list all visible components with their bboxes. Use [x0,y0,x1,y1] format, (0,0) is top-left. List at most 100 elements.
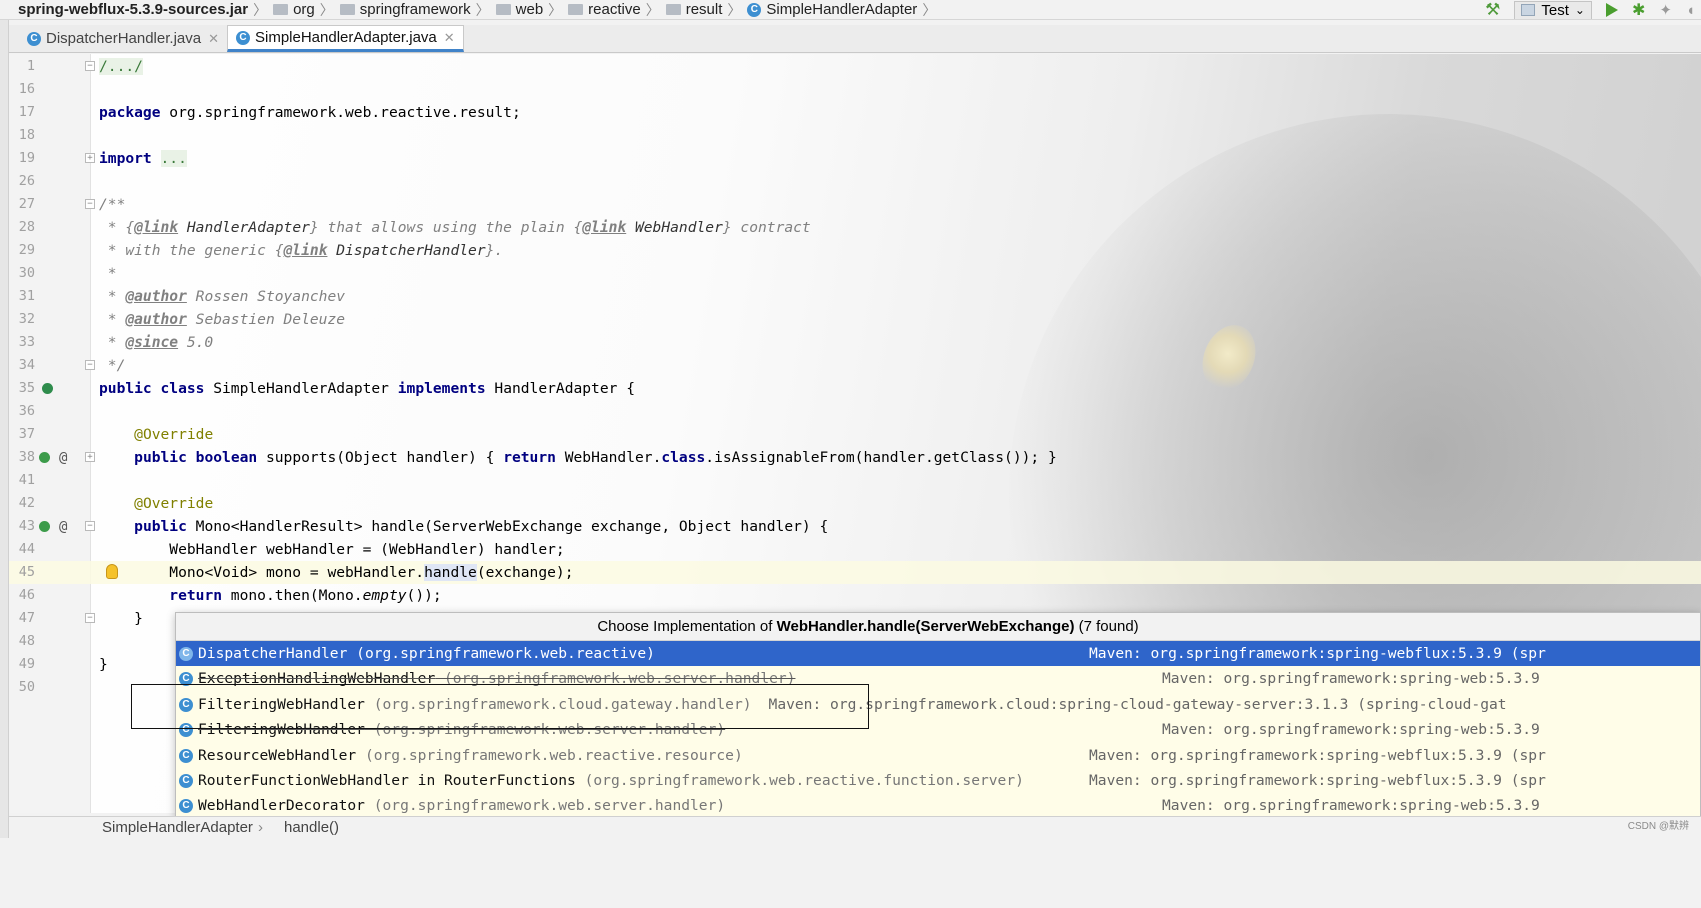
annotation: @Override [134,426,214,443]
class-icon: C [179,647,193,661]
code-line: 31 * @author Rossen Stoyanchev [9,285,1701,308]
breadcrumb-separator: 〉 [922,1,937,18]
code-fragment: WebHandler webHandler = (WebHandler) han… [169,541,565,558]
breadcrumb-folder-reactive[interactable]: reactive [564,1,644,18]
fold-marker-icon[interactable]: − [85,521,95,531]
code-line: 16 [9,78,1701,101]
keyword: package [99,104,161,121]
keyword: class [160,380,205,397]
tab-dispatcherhandler[interactable]: C DispatcherHandler.java ✕ [19,25,227,52]
breadcrumb-jar[interactable]: spring-webflux-5.3.9-sources.jar [0,1,251,18]
implementation-location: Maven: org.springframework:spring-webflu… [1089,771,1546,789]
keyword: boolean [195,449,258,466]
doc-tag: @author [125,311,187,328]
implementation-name: RouterFunctionWebHandler in RouterFuncti… [198,771,576,789]
annotation-at-icon[interactable]: @ [59,516,67,539]
close-icon[interactable]: ✕ [208,31,219,47]
popup-title: Choose Implementation of WebHandler.hand… [176,613,1700,641]
toolbar-right: ⚒ Test ⌄ ✱ ✦ ◖ [1485,0,1701,19]
fold-marker-icon[interactable]: + [85,153,95,163]
implementation-item[interactable]: C WebHandlerDecorator (org.springframewor… [176,793,1700,817]
code-text: * @author Sebastien Deleuze [99,308,345,331]
breadcrumb-folder-org[interactable]: org [269,1,318,18]
breadcrumb-folder-label: reactive [588,1,641,18]
method-signature: Mono<HandlerResult> handle(ServerWebExch… [186,518,829,535]
fold-marker-icon[interactable]: − [85,199,95,209]
status-breadcrumb-class[interactable]: SimpleHandlerAdapter [102,817,253,838]
status-breadcrumb-method[interactable]: handle() [284,817,339,838]
implementation-package: (org.springframework.web.server.handler) [364,797,726,815]
folded-imports[interactable]: ... [160,150,187,167]
code-line: 18 [9,124,1701,147]
structure-tool-window-tab[interactable] [0,620,8,705]
folder-icon [495,4,511,15]
implements-method-icon[interactable] [39,521,50,532]
comment: * with the generic { [99,242,284,259]
implementation-item[interactable]: C DispatcherHandler (org.springframework.… [176,641,1700,667]
highlighted-method-call[interactable]: handle [424,564,477,581]
build-hammer-icon[interactable]: ⚒ [1485,0,1500,19]
code-line: 36 [9,400,1701,423]
implements-interface-icon[interactable] [42,383,53,394]
code-text: package org.springframework.web.reactive… [99,101,521,124]
fold-marker-icon[interactable]: − [85,61,95,71]
run-icon[interactable] [1605,3,1618,17]
line-number: 28 [18,219,35,235]
gutter-icons: @ [37,515,77,538]
comment: } that allows using the plain { [309,219,583,236]
coverage-icon[interactable]: ✦ [1659,1,1672,19]
doc-reference[interactable]: HandlerAdapter [178,219,310,236]
tab-simplehandleradapter[interactable]: C SimpleHandlerAdapter.java ✕ [227,25,464,52]
line-number: 44 [18,541,35,557]
keyword: public [99,380,152,397]
line-number: 42 [18,495,35,511]
line-number: 48 [18,633,35,649]
breadcrumb-separator: 〉 [253,1,268,18]
code-text: WebHandler webHandler = (WebHandler) han… [99,538,565,561]
implementation-item[interactable]: C ResourceWebHandler (org.springframework… [176,743,1700,768]
breadcrumb-folder-result[interactable]: result [662,1,726,18]
code-text: * {@link HandlerAdapter} that allows usi… [99,216,811,239]
doc-reference[interactable]: WebHandler [626,219,723,236]
folded-header[interactable]: /.../ [99,58,143,75]
fold-marker-icon[interactable]: − [85,613,95,623]
code-line: 28 * {@link HandlerAdapter} that allows … [9,216,1701,239]
line-number: 47 [18,610,35,626]
code-text: return mono.then(Mono.empty()); [99,584,441,607]
code-fragment: Mono<Void> mono = webHandler. [169,564,425,581]
debug-bug-icon[interactable]: ✱ [1632,0,1645,19]
code-line: 19 + import ... [9,147,1701,170]
breadcrumb-separator: 〉 [475,1,490,18]
profiler-icon[interactable]: ◖ [1686,2,1695,19]
line-number: 1 [26,58,35,74]
breadcrumb-class[interactable]: C SimpleHandlerAdapter [743,1,920,18]
line-number: 31 [18,288,35,304]
code-fragment: .isAssignableFrom(handler.getClass()); } [705,449,1057,466]
project-tool-window-tab[interactable] [0,30,8,105]
line-number: 41 [18,472,35,488]
package-name: org.springframework.web.reactive.result; [160,104,521,121]
run-configuration-select[interactable]: Test ⌄ [1514,0,1592,19]
editor-breadcrumb-bar: SimpleHandlerAdapter › handle() [9,816,1701,838]
doc-reference[interactable]: DispatcherHandler [327,242,485,259]
code-text: @Override [99,492,213,515]
breadcrumb-folder-label: springframework [359,1,471,18]
fold-marker-icon[interactable]: − [85,360,95,370]
breadcrumb-folder-web[interactable]: web [492,1,547,18]
code-text: */ [99,357,126,374]
code-text: * [99,265,117,282]
class-icon: C [27,31,41,46]
breadcrumb-folder-springframework[interactable]: springframework [336,1,474,18]
line-number: 45 [18,564,35,580]
comment: Sebastien Deleuze [186,311,346,328]
comment: Rossen Stoyanchev [186,288,346,305]
implements-method-icon[interactable] [39,452,50,463]
implementation-item[interactable]: C RouterFunctionWebHandler in RouterFunct… [176,768,1700,793]
fold-marker-icon[interactable]: + [85,452,95,462]
annotation-at-icon[interactable]: @ [59,447,67,470]
code-line: 44 WebHandler webHandler = (WebHandler) … [9,538,1701,561]
breadcrumb-separator: 〉 [727,1,742,18]
close-icon[interactable]: ✕ [444,30,455,46]
left-tool-strip [0,20,9,908]
favorites-tool-window-tab[interactable] [0,740,8,825]
